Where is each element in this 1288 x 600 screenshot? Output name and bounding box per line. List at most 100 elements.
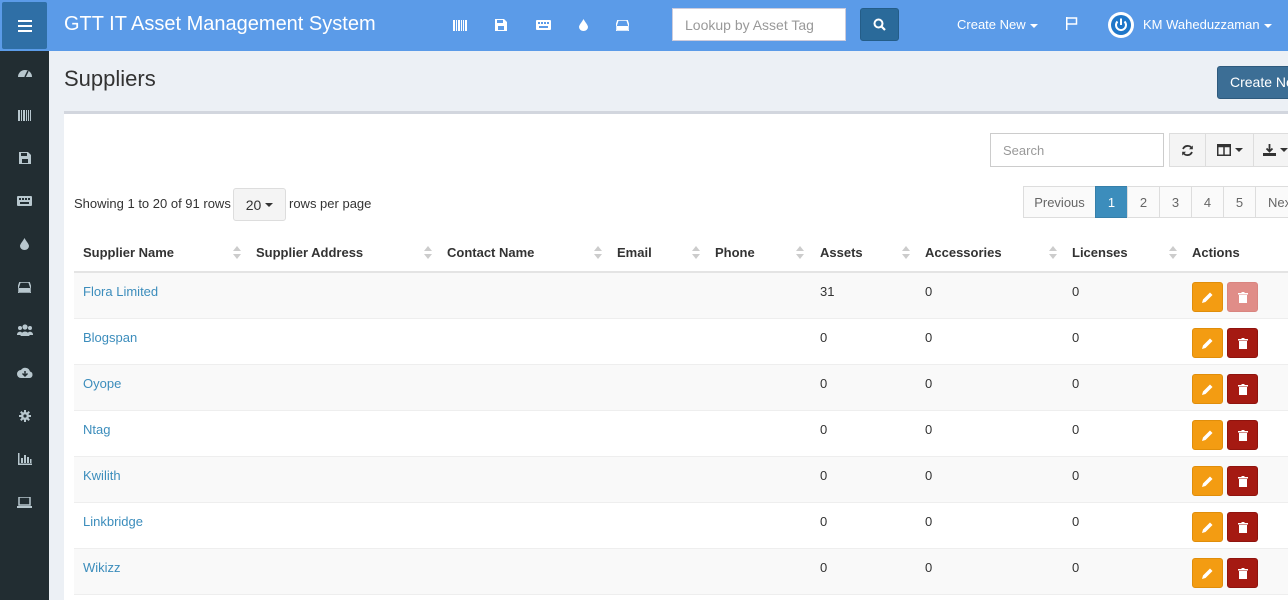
column-header-accessories[interactable]: Accessories	[925, 245, 1002, 260]
create-new-supplier-button[interactable]: Create New	[1217, 66, 1288, 99]
table-row: Oyope 0 0 0	[74, 365, 1288, 411]
sort-icon[interactable]	[692, 246, 700, 260]
user-menu[interactable]: KM Waheduzzaman	[1143, 17, 1272, 32]
column-header-phone[interactable]: Phone	[715, 245, 755, 260]
delete-button[interactable]	[1227, 558, 1258, 588]
sort-icon[interactable]	[1049, 246, 1057, 260]
supplier-name-link[interactable]: Blogspan	[83, 330, 137, 345]
bar-chart-icon	[17, 453, 32, 465]
export-button[interactable]	[1253, 133, 1288, 167]
page-size-dropdown[interactable]: 20	[233, 188, 286, 221]
edit-button[interactable]	[1192, 558, 1223, 588]
column-header-licenses[interactable]: Licenses	[1072, 245, 1128, 260]
sidebar-item-import[interactable]	[0, 358, 49, 388]
table-search-input[interactable]	[990, 133, 1164, 167]
sidebar-item-requestable[interactable]	[0, 487, 49, 517]
sidebar-item-reports[interactable]	[0, 444, 49, 474]
licenses-count: 0	[1072, 376, 1080, 391]
pagination-page-3[interactable]: 3	[1159, 186, 1192, 218]
delete-button[interactable]	[1227, 420, 1258, 450]
drop-icon[interactable]	[575, 17, 591, 33]
supplier-name-link[interactable]: Linkbridge	[83, 514, 143, 529]
trash-icon	[1237, 383, 1248, 395]
edit-button[interactable]	[1192, 512, 1223, 542]
drop-icon	[20, 238, 29, 250]
hdd-icon[interactable]	[614, 17, 630, 33]
supplier-name-link[interactable]: Kwilith	[83, 468, 121, 483]
table-row: Linkbridge 0 0 0	[74, 503, 1288, 549]
floppy-icon[interactable]	[493, 17, 509, 33]
sidebar-item-people[interactable]	[0, 315, 49, 345]
delete-button[interactable]	[1227, 328, 1258, 358]
pagination-previous[interactable]: Previous	[1023, 186, 1096, 218]
column-header-assets[interactable]: Assets	[820, 245, 863, 260]
delete-button[interactable]	[1227, 512, 1258, 542]
assets-count: 0	[820, 560, 828, 575]
sidebar-item-settings[interactable]	[0, 401, 49, 431]
refresh-button[interactable]	[1169, 133, 1206, 167]
supplier-name-link[interactable]: Ntag	[83, 422, 110, 437]
sidebar-item-dashboard[interactable]	[0, 57, 49, 87]
trash-icon	[1237, 521, 1248, 533]
accessories-count: 0	[925, 376, 933, 391]
edit-button[interactable]	[1192, 328, 1223, 358]
pagination-info: Showing 1 to 20 of 91 rows	[74, 196, 231, 211]
create-new-dropdown[interactable]: Create New	[957, 17, 1038, 32]
sort-icon[interactable]	[233, 246, 241, 260]
pencil-icon	[1202, 568, 1213, 579]
assets-count: 0	[820, 330, 828, 345]
lookup-search-button[interactable]	[860, 8, 899, 41]
edit-button[interactable]	[1192, 282, 1223, 312]
sort-icon[interactable]	[594, 246, 602, 260]
pencil-icon	[1202, 338, 1213, 349]
supplier-name-link[interactable]: Wikizz	[83, 560, 121, 575]
laptop-icon	[17, 496, 32, 508]
column-header-email[interactable]: Email	[617, 245, 652, 260]
sidebar-item-accessories[interactable]	[0, 186, 49, 216]
barcode-icon[interactable]	[452, 17, 468, 33]
flag-icon[interactable]	[1066, 17, 1078, 33]
sidebar-item-assets[interactable]	[0, 100, 49, 130]
sort-icon[interactable]	[902, 246, 910, 260]
sidebar-item-consumables[interactable]	[0, 229, 49, 259]
supplier-name-link[interactable]: Flora Limited	[83, 284, 158, 299]
search-icon	[873, 18, 886, 31]
delete-button[interactable]	[1227, 374, 1258, 404]
pagination-page-1[interactable]: 1	[1095, 186, 1128, 218]
sidebar-toggle-button[interactable]	[2, 2, 47, 49]
assets-count: 0	[820, 514, 828, 529]
accessories-count: 0	[925, 330, 933, 345]
licenses-count: 0	[1072, 560, 1080, 575]
caret-down-icon	[1029, 23, 1038, 28]
download-icon	[1263, 144, 1276, 156]
sort-icon[interactable]	[424, 246, 432, 260]
pagination-next[interactable]: Next	[1255, 186, 1288, 218]
column-header-contact-name[interactable]: Contact Name	[447, 245, 534, 260]
sort-icon[interactable]	[796, 246, 804, 260]
sort-icon[interactable]	[1169, 246, 1177, 260]
app-title[interactable]: GTT IT Asset Management System	[64, 13, 376, 36]
column-header-supplier-name[interactable]: Supplier Name	[83, 245, 174, 260]
licenses-count: 0	[1072, 468, 1080, 483]
sidebar-item-licenses[interactable]	[0, 143, 49, 173]
pagination-page-5[interactable]: 5	[1223, 186, 1256, 218]
pagination-page-2[interactable]: 2	[1127, 186, 1160, 218]
pagination-page-4[interactable]: 4	[1191, 186, 1224, 218]
supplier-name-link[interactable]: Oyope	[83, 376, 121, 391]
user-avatar[interactable]	[1108, 12, 1134, 38]
edit-button[interactable]	[1192, 374, 1223, 404]
licenses-count: 0	[1072, 284, 1080, 299]
keyboard-icon[interactable]	[535, 17, 551, 33]
delete-button[interactable]	[1227, 282, 1258, 312]
sidebar	[0, 51, 49, 600]
hamburger-icon	[17, 19, 32, 32]
columns-toggle-button[interactable]	[1205, 133, 1254, 167]
asset-tag-lookup-input[interactable]	[672, 8, 846, 41]
delete-button[interactable]	[1227, 466, 1258, 496]
sidebar-item-components[interactable]	[0, 272, 49, 302]
assets-count: 0	[820, 376, 828, 391]
column-header-supplier-address[interactable]: Supplier Address	[256, 245, 363, 260]
edit-button[interactable]	[1192, 466, 1223, 496]
power-icon	[1111, 15, 1131, 35]
edit-button[interactable]	[1192, 420, 1223, 450]
